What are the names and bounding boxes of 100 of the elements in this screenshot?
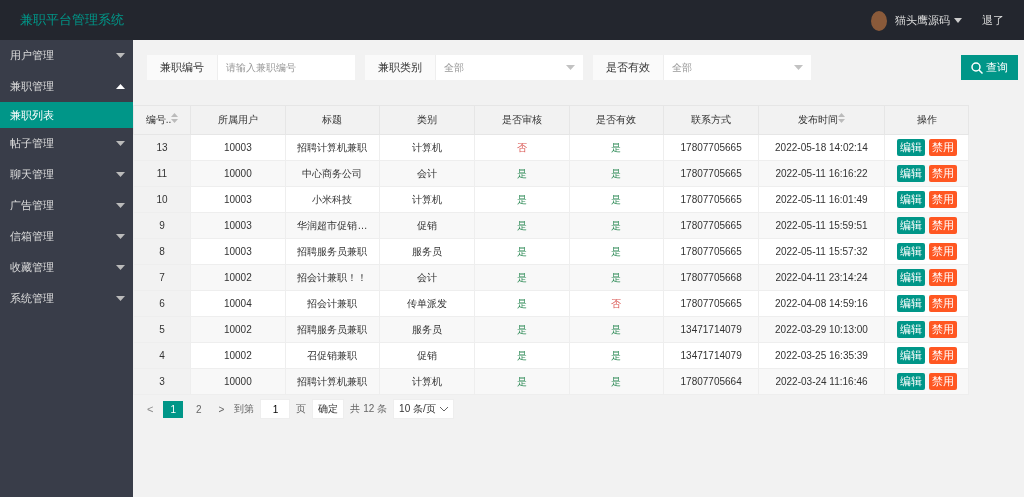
edit-button[interactable]: 编辑 xyxy=(896,269,925,286)
caret-icon xyxy=(954,17,962,23)
table-cell: 否 xyxy=(569,290,664,317)
table-cell: 10002 xyxy=(190,264,286,291)
table-cell: 是 xyxy=(474,186,570,213)
sidebar-item[interactable]: 聊天管理 xyxy=(0,159,133,190)
prev-page-button[interactable]: < xyxy=(143,403,158,415)
disable-button[interactable]: 禁用 xyxy=(928,165,957,182)
caret-down-icon xyxy=(794,65,803,70)
table-cell: 是 xyxy=(569,316,664,343)
search-button[interactable]: 查询 xyxy=(961,55,1018,80)
table-cell: 8 xyxy=(133,238,191,265)
disable-button[interactable]: 禁用 xyxy=(928,243,957,260)
sidebar-item[interactable]: 兼职管理 xyxy=(0,71,133,102)
column-header[interactable]: 编号.. xyxy=(133,105,191,135)
sidebar-item[interactable]: 收藏管理 xyxy=(0,252,133,283)
table-cell: 10002 xyxy=(190,316,286,343)
edit-button[interactable]: 编辑 xyxy=(896,295,925,312)
table-cell: 17807705665 xyxy=(663,186,759,213)
page-input[interactable]: 1 xyxy=(260,399,291,419)
table-cell: 10 xyxy=(133,186,191,213)
table-cell: 是 xyxy=(474,342,570,369)
filter-label: 兼职编号 xyxy=(147,55,218,80)
sidebar-item[interactable]: 系统管理 xyxy=(0,283,133,314)
table-cell: 2022-05-11 15:59:51 xyxy=(758,212,885,239)
table-cell: 13471714079 xyxy=(663,342,759,369)
sidebar-item[interactable]: 信箱管理 xyxy=(0,221,133,252)
sidebar-subitem[interactable]: 兼职列表 xyxy=(0,102,133,128)
edit-button[interactable]: 编辑 xyxy=(896,243,925,260)
table-cell: 促销 xyxy=(379,212,475,239)
search-icon xyxy=(971,61,983,74)
edit-button[interactable]: 编辑 xyxy=(896,139,925,156)
table-cell: 是 xyxy=(474,264,570,291)
table-cell: 10003 xyxy=(190,134,286,161)
table-cell: 计算机 xyxy=(379,368,475,395)
table-cell: 招会计兼职 xyxy=(285,290,380,317)
table-cell: 是 xyxy=(474,290,570,317)
table-cell: 促销 xyxy=(379,342,475,369)
search-field[interactable]: 请输入兼职编号 xyxy=(218,55,355,80)
edit-button[interactable]: 编辑 xyxy=(896,165,925,182)
table-cell: 2022-03-25 16:35:39 xyxy=(758,342,885,369)
table-cell: 否 xyxy=(474,134,570,161)
table-cell: 是 xyxy=(569,238,664,265)
edit-button[interactable]: 编辑 xyxy=(896,321,925,338)
edit-button[interactable]: 编辑 xyxy=(896,373,925,390)
table-cell: 7 xyxy=(133,264,191,291)
table-cell: 9 xyxy=(133,212,191,239)
table-cell: 2022-04-11 23:14:24 xyxy=(758,264,885,291)
table-cell: 6 xyxy=(133,290,191,317)
column-header: 所属用户 xyxy=(190,105,286,135)
caret-down-icon xyxy=(116,172,125,177)
edit-button[interactable]: 编辑 xyxy=(896,347,925,364)
page-size-select[interactable]: 10 条/页 xyxy=(393,399,454,419)
table-cell: 10002 xyxy=(190,342,286,369)
select-field[interactable]: 全部 xyxy=(436,55,583,80)
table-cell: 10003 xyxy=(190,212,286,239)
disable-button[interactable]: 禁用 xyxy=(928,347,957,364)
table-cell: 中心商务公司 xyxy=(285,160,380,187)
disable-button[interactable]: 禁用 xyxy=(928,321,957,338)
table-cell: 2022-04-08 14:59:16 xyxy=(758,290,885,317)
disable-button[interactable]: 禁用 xyxy=(928,217,957,234)
edit-button[interactable]: 编辑 xyxy=(896,217,925,234)
table-cell: 华润超市促销… xyxy=(285,212,380,239)
table-cell: 17807705668 xyxy=(663,264,759,291)
disable-button[interactable]: 禁用 xyxy=(928,191,957,208)
table-cell: 召促销兼职 xyxy=(285,342,380,369)
column-header: 是否审核 xyxy=(474,105,570,135)
page-button[interactable]: 1 xyxy=(163,400,183,418)
disable-button[interactable]: 禁用 xyxy=(928,269,957,286)
table-cell: 是 xyxy=(569,212,664,239)
avatar-icon xyxy=(869,9,889,31)
disable-button[interactable]: 禁用 xyxy=(928,295,957,312)
column-header: 类别 xyxy=(379,105,475,135)
table-cell: 招会计兼职！！ xyxy=(285,264,380,291)
disable-button[interactable]: 禁用 xyxy=(928,373,957,390)
caret-up-icon xyxy=(116,84,125,89)
table-cell: 招聘计算机兼职 xyxy=(285,134,380,161)
table-cell: 传单派发 xyxy=(379,290,475,317)
select-field[interactable]: 全部 xyxy=(664,55,811,80)
confirm-button[interactable]: 确定 xyxy=(312,399,345,419)
disable-button[interactable]: 禁用 xyxy=(928,139,957,156)
next-page-button[interactable]: > xyxy=(214,403,229,415)
sidebar-item[interactable]: 用户管理 xyxy=(0,40,133,71)
edit-button[interactable]: 编辑 xyxy=(896,191,925,208)
sidebar-item[interactable]: 广告管理 xyxy=(0,190,133,221)
caret-down-icon xyxy=(116,203,125,208)
table-cell: 是 xyxy=(569,342,664,369)
app-title: 兼职平台管理系统 xyxy=(20,11,124,29)
table-cell: 服务员 xyxy=(379,238,475,265)
table-cell: 4 xyxy=(133,342,191,369)
column-header[interactable]: 发布时间 xyxy=(758,105,885,135)
sidebar-item[interactable]: 帖子管理 xyxy=(0,128,133,159)
table-cell: 11 xyxy=(133,160,191,187)
caret-down-icon xyxy=(116,141,125,146)
page-button[interactable]: 2 xyxy=(189,400,209,418)
table-cell: 服务员 xyxy=(379,316,475,343)
user-menu[interactable]: 猫头鹰源码 xyxy=(895,12,962,28)
logout-link[interactable]: 退了 xyxy=(982,12,1004,28)
table-cell: 是 xyxy=(474,160,570,187)
table-cell: 5 xyxy=(133,316,191,343)
